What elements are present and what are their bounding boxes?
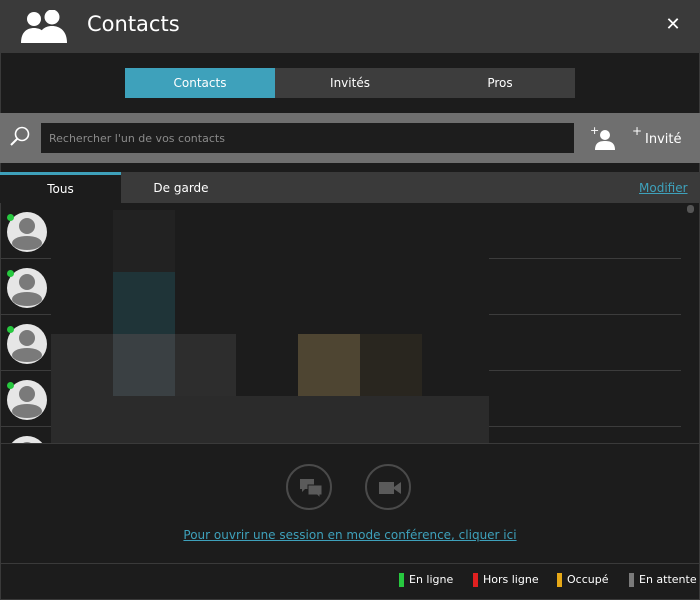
divider [0, 443, 700, 444]
legend-label: En attente [639, 573, 697, 586]
tab-on-call[interactable]: De garde [121, 172, 241, 203]
online-status-icon [7, 214, 14, 221]
conference-link[interactable]: Pour ouvrir une session en mode conféren… [0, 528, 700, 542]
tab-contacts[interactable]: Contacts [125, 68, 275, 98]
avatar-icon [7, 436, 47, 443]
legend-label: Occupé [567, 573, 609, 586]
add-contact-button[interactable]: + [588, 124, 618, 152]
redacted-block [113, 210, 175, 272]
tab-invites[interactable]: Invités [275, 68, 425, 98]
title-bar: Contacts ✕ [0, 0, 700, 53]
svg-text:+: + [590, 124, 599, 137]
search-icon[interactable] [8, 125, 32, 149]
invite-button-label: Invité [645, 132, 682, 147]
search-input[interactable] [41, 123, 574, 153]
modify-link[interactable]: Modifier [639, 181, 688, 195]
video-call-button[interactable] [365, 464, 411, 510]
divider [0, 563, 700, 564]
tab-all[interactable]: Tous [0, 172, 121, 203]
contact-row[interactable] [0, 203, 700, 259]
plus-icon: + [632, 124, 643, 138]
contacts-icon [20, 9, 68, 44]
contact-row[interactable] [0, 259, 700, 315]
status-color-swatch [473, 573, 478, 587]
redacted-block [51, 396, 489, 443]
legend-label: En ligne [409, 573, 454, 586]
online-status-icon [7, 326, 14, 333]
status-color-swatch [399, 573, 404, 587]
redacted-block [175, 334, 236, 396]
redacted-block [113, 272, 175, 334]
status-color-swatch [557, 573, 562, 587]
tab-pros[interactable]: Pros [425, 68, 575, 98]
online-status-icon [7, 270, 14, 277]
window-title: Contacts [87, 12, 180, 36]
online-status-icon [7, 382, 14, 389]
video-camera-icon [379, 482, 401, 494]
status-color-swatch [629, 573, 634, 587]
redacted-block [51, 334, 113, 396]
redacted-block [113, 334, 175, 396]
scrollbar[interactable] [687, 205, 694, 213]
legend-label: Hors ligne [483, 573, 539, 586]
filter-tabs: Tous De garde [0, 172, 700, 203]
chat-button[interactable] [286, 464, 332, 510]
contact-list[interactable] [0, 203, 700, 443]
chat-icon [300, 479, 323, 499]
redacted-block [360, 334, 422, 396]
close-icon[interactable]: ✕ [662, 14, 684, 36]
redacted-block [298, 334, 360, 396]
